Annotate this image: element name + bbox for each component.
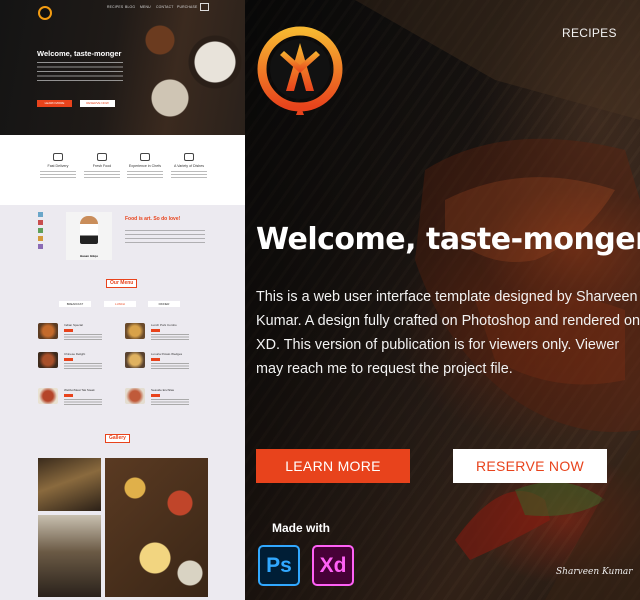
feature-description [84, 171, 120, 179]
social-icon[interactable] [38, 244, 43, 249]
dish-photo [125, 352, 145, 368]
preview-logo-icon [38, 6, 52, 20]
preview-nav-item[interactable]: CONTACT [156, 5, 174, 9]
feature-label: Experience in Chefs [128, 164, 162, 168]
preview-description [37, 62, 123, 82]
preview-learn-more-button[interactable]: LEARN MORE [37, 100, 72, 107]
gallery-photo [105, 458, 208, 597]
preview-reserve-button[interactable]: RESERVE NOW [80, 100, 115, 107]
cloche-icon [184, 153, 194, 161]
feature-label: Fresh Food [92, 164, 112, 168]
preview-nav-item[interactable]: MENU [140, 5, 151, 9]
feature-label: A Variety of Dishes [173, 164, 205, 168]
food-art-text [125, 230, 205, 246]
preview-title: Welcome, taste-monger [37, 49, 122, 58]
chef-name: Hasan Gikçe [79, 254, 98, 258]
learn-more-button[interactable]: LEARN MORE [256, 449, 410, 483]
dish-name: Lunch Pork Combo [151, 323, 177, 327]
dish-price-badge [151, 358, 160, 361]
preview-nav-item[interactable]: BLOG [125, 5, 135, 9]
hero-description: This is a web user interface template de… [256, 289, 640, 377]
dish-photo [38, 323, 58, 339]
dish-price-badge [151, 394, 160, 397]
social-icon[interactable] [38, 220, 43, 225]
feature-label: Fast Delivery [47, 164, 69, 168]
feature-chefs: Experience in Chefs [123, 153, 167, 179]
social-icon[interactable] [38, 228, 43, 233]
reserve-now-button[interactable]: RESERVE NOW [453, 449, 607, 483]
dish-name: Indian Special [64, 323, 83, 327]
menu-tab-lunch[interactable]: LUNCH [104, 301, 136, 307]
gallery-photo [38, 458, 101, 511]
preview-nav-item[interactable]: PURCHASE [177, 5, 197, 9]
dish-name: Luxuria Potato Wedges [151, 352, 183, 356]
menu-tab-dinner[interactable]: DINNER [148, 301, 180, 307]
dish-name: Seaside Enchilas [151, 388, 175, 392]
chef-hat-logo-icon[interactable] [256, 25, 344, 120]
food-art-heading: Food is art. So do love! [125, 216, 181, 222]
feature-description [127, 171, 163, 179]
dish-description [151, 334, 189, 340]
dish-name: Chinese Delight [64, 352, 86, 356]
dish-name: WeRunMeat Tak Steak [64, 388, 95, 392]
designer-signature: Sharveen Kumar [556, 567, 633, 577]
dish-price-badge [64, 329, 73, 332]
leaf-icon [97, 153, 107, 161]
adobe-xd-icon: Xd [312, 545, 354, 586]
menu-tab-breakfast[interactable]: BREAKFAST [59, 301, 91, 307]
dish-description [64, 399, 102, 405]
feature-fast-delivery: Fast Delivery [36, 153, 80, 179]
photoshop-icon: Ps [258, 545, 300, 586]
dish-description [151, 399, 189, 405]
gallery-heading: Gallery [105, 434, 130, 443]
feature-fresh-food: Fresh Food [80, 153, 124, 179]
chef-hat-icon [140, 153, 150, 161]
social-icon[interactable] [38, 236, 43, 241]
our-menu-heading: Our Menu [106, 279, 138, 288]
feature-description [40, 171, 76, 179]
dish-photo [38, 388, 58, 404]
dish-description [64, 363, 102, 369]
dish-price-badge [64, 394, 73, 397]
feature-variety: A Variety of Dishes [167, 153, 211, 179]
dish-price-badge [151, 329, 160, 332]
hero-title: Welcome, taste-monger [256, 222, 640, 257]
preview-nav-item[interactable]: RECIPES [107, 5, 123, 9]
dish-description [64, 334, 102, 340]
chef-photo [66, 212, 112, 260]
preview-hero: RECIPES BLOG MENU CONTACT PURCHASE Welco… [0, 0, 245, 135]
dish-price-badge [64, 358, 73, 361]
dish-photo [125, 388, 145, 404]
feature-description [171, 171, 207, 179]
gallery-photo [38, 515, 101, 597]
dish-photo [38, 352, 58, 368]
dish-photo [125, 323, 145, 339]
nav-recipes-link[interactable]: RECIPES [562, 26, 617, 40]
social-icon[interactable] [38, 212, 43, 217]
made-with-label: Made with [272, 521, 331, 535]
dish-description [151, 363, 189, 369]
truck-icon [53, 153, 63, 161]
preview-features: Fast Delivery Fresh Food Experience in C… [0, 135, 245, 205]
page-preview: RECIPES BLOG MENU CONTACT PURCHASE Welco… [0, 0, 245, 600]
search-icon[interactable] [200, 3, 209, 11]
